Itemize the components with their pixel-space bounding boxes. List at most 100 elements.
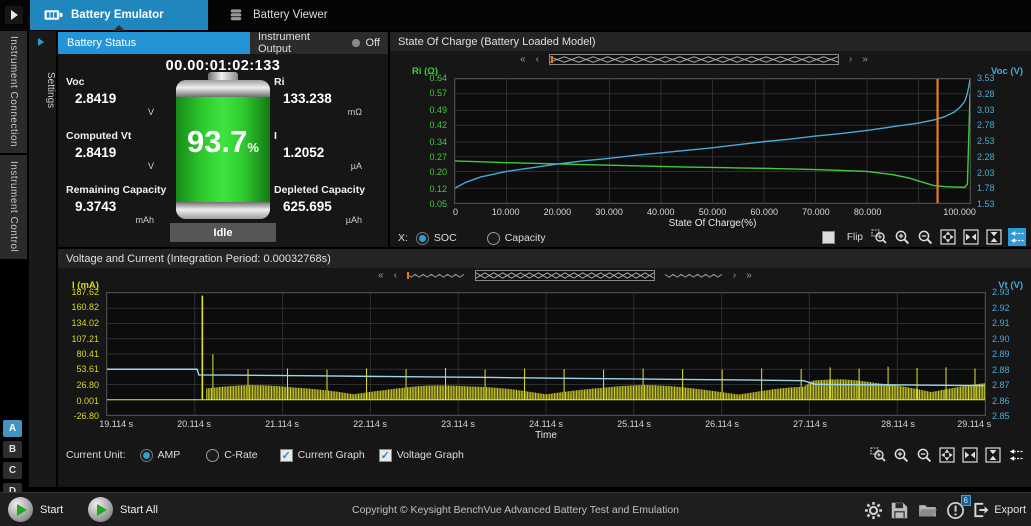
metric-label: Ri [274,76,384,88]
fit-height-icon[interactable] [984,446,1002,464]
export-icon [972,501,990,519]
fit-all-icon[interactable] [939,228,957,246]
track-icon[interactable] [1007,446,1025,464]
zoom-out-icon[interactable] [916,228,934,246]
vc-chart-plot[interactable] [106,292,986,416]
save-icon[interactable] [890,501,909,520]
vc-right-axis-ticks: 2.932.922.912.902.892.882.872.862.85 [988,292,1031,416]
tab-battery-viewer[interactable]: Battery Viewer [212,0,342,30]
voltage-graph-checkbox-group[interactable]: ✓ Voltage Graph [379,449,464,462]
radio-amp-circle[interactable] [140,449,153,462]
radio-crate-circle[interactable] [206,449,219,462]
current-graph-checkbox[interactable]: ✓ [280,449,293,462]
axis-tick-label: 2.53 [977,136,995,146]
vc-x-axis-ticks: 19.114 s20.114 s21.114 s22.114 s23.114 s… [106,419,986,430]
pan-forward-button[interactable]: › [849,55,852,65]
sidebar-expand-button[interactable] [5,6,23,24]
gear-icon[interactable] [864,501,883,520]
soc-pan-bar: « ‹ › » [520,53,868,66]
vc-left-axis-ticks: 187.62160.82134.02107.2180.4153.6126.800… [58,292,102,416]
settings-expander[interactable]: Settings [29,31,56,487]
region-zoom-icon[interactable] [870,228,888,246]
channel-button-a[interactable]: A [3,420,22,437]
axis-tick-label: 24.114 s [529,419,563,429]
axis-tick-label: 1.53 [977,199,995,209]
pan-forward-button[interactable]: › [733,271,736,281]
metric-value: 1.2052 [274,145,384,160]
fit-width-icon[interactable] [962,228,980,246]
sidebar-item-instrument-connection[interactable]: Instrument Connection [0,31,27,153]
voltage-graph-checkbox[interactable]: ✓ [379,449,392,462]
settings-expand-arrow-icon [38,38,44,46]
export-button[interactable]: Export [972,501,1026,519]
axis-tick-label: 60.000 [750,207,778,217]
axis-tick-label: 2.03 [977,168,995,178]
pan-back-button[interactable]: ‹ [536,55,539,65]
footer-bar: Start Start All Copyright © Keysight Ben… [0,492,1031,526]
soc-chart-plot[interactable] [454,78,971,204]
settings-label: Settings [29,55,56,125]
channel-button-c[interactable]: C [3,462,22,479]
pan-overview-box[interactable] [475,270,655,281]
axis-tick-label: 23.114 s [441,419,475,429]
metrics-column-left: Voc 2.8419 V Computed Vt 2.8419 V Remain… [66,76,176,238]
top-tab-bar: Battery Emulator Battery Viewer [0,0,1031,30]
pan-fast-forward-button[interactable]: » [862,55,868,65]
radio-amp-label: AMP [158,449,181,461]
tab-instrument-output[interactable]: Instrument Output Off [250,32,388,54]
axis-tick-label: 30.000 [595,207,623,217]
sidebar-item-instrument-control[interactable]: Instrument Control [0,155,27,259]
zoom-in-icon[interactable] [893,228,911,246]
track-icon[interactable] [1008,228,1026,246]
pan-back-button[interactable]: ‹ [394,271,397,281]
battery-status-panel: Battery Status Instrument Output Off 00.… [58,32,388,247]
channel-button-b[interactable]: B [3,441,22,458]
metric-value: 133.238 [274,91,384,106]
soc-left-axis-ticks: 0.640.570.490.420.340.270.200.120.05 [390,78,450,204]
axis-tick-label: 28.114 s [881,419,915,429]
pan-wave-right [665,270,723,281]
pan-fast-forward-button[interactable]: » [746,271,752,281]
metric-unit: V [66,161,176,171]
alert-count-badge: 6 [961,495,971,506]
axis-tick-label: 21.114 s [265,419,299,429]
fit-width-icon[interactable] [961,446,979,464]
metric-value: 625.695 [274,199,384,214]
vc-x-axis-label: Time [106,430,986,441]
metric-unit: µA [274,161,384,171]
tab-battery-status[interactable]: Battery Status [58,32,250,54]
axis-tick-label: 100.000 [943,207,976,217]
flip-checkbox[interactable] [822,231,835,244]
radio-crate[interactable]: C-Rate [206,449,257,462]
radio-capacity[interactable]: Capacity [487,232,546,245]
metric-current: I 1.2052 µA [274,130,384,171]
zoom-in-icon[interactable] [892,446,910,464]
current-graph-checkbox-group[interactable]: ✓ Current Graph [280,449,365,462]
battery-panel-tabs: Battery Status Instrument Output Off [58,32,388,54]
axis-tick-label: 2.78 [977,120,995,130]
radio-amp[interactable]: AMP [140,449,181,462]
fit-height-icon[interactable] [985,228,1003,246]
fit-all-icon[interactable] [938,446,956,464]
folder-icon[interactable] [918,501,937,520]
alert-button[interactable]: 6 [946,501,965,520]
radio-soc-label: SOC [434,232,457,244]
axis-tick-label: 2.86 [992,396,1010,406]
pan-overview-box[interactable] [549,54,839,65]
metrics-column-right: Ri 133.238 mΩ I 1.2052 µA Depleted Capac… [274,76,384,238]
zoom-out-icon[interactable] [915,446,933,464]
axis-tick-label: 2.91 [992,318,1010,328]
pan-rewind-button[interactable]: « [378,271,384,281]
axis-tick-label: 107.21 [71,334,99,344]
tab-battery-emulator[interactable]: Battery Emulator [30,0,208,30]
radio-capacity-circle[interactable] [487,232,500,245]
region-zoom-icon[interactable] [869,446,887,464]
radio-soc[interactable]: SOC [416,232,457,245]
metric-value: 2.8419 [66,145,176,160]
pan-position-marker [407,272,409,279]
soc-x-axis-ticks: 010.00020.00030.00040.00050.00060.00070.… [454,207,971,218]
radio-soc-circle[interactable] [416,232,429,245]
pan-rewind-button[interactable]: « [520,55,526,65]
vc-chart-toolbar-row [869,444,1025,466]
vc-unit-controls: Current Unit: AMP C-Rate ✓ Current Graph… [66,445,464,465]
